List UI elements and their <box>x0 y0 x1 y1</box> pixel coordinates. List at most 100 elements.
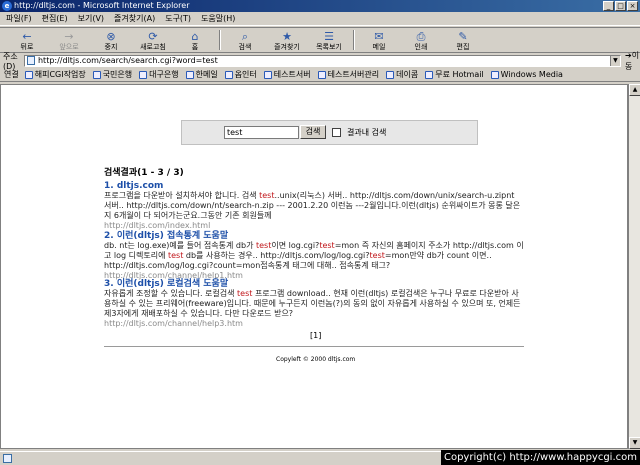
stop-button[interactable]: ⊗ 중지 <box>90 30 132 51</box>
link-page-icon <box>139 70 148 79</box>
link-label: 대구은행 <box>149 70 179 79</box>
home-button[interactable]: ⌂ 홈 <box>174 30 216 51</box>
search-panel: test 검색 결과내 검색 <box>181 120 478 145</box>
link-page-icon <box>317 70 326 79</box>
page-done-icon <box>3 454 12 463</box>
result-heading: 3. 이런(dltjs) 로컬검색 도움말 <box>104 279 524 289</box>
link-item[interactable]: 대구은행 <box>139 69 179 80</box>
minimize-button[interactable]: _ <box>603 1 614 11</box>
menu-edit[interactable]: 편집(E) <box>42 13 68 24</box>
link-page-icon <box>24 70 33 79</box>
result-title-link[interactable]: dltjs.com <box>117 181 164 191</box>
result-title-link[interactable]: 이런(dltjs) 접속통계 도움말 <box>117 231 228 241</box>
link-item[interactable]: Windows Media <box>490 70 563 79</box>
scroll-up-icon[interactable]: ▲ <box>629 84 640 96</box>
copyright-text: Copyleft © 2000 dltjs.com <box>276 356 356 363</box>
link-item[interactable]: 국민은행 <box>92 69 133 80</box>
desc-text: 이면 log.cgi? <box>271 241 320 250</box>
highlight-term: test <box>319 241 335 250</box>
result-description: 자유롭게 조정할 수 있습니다. 로컬검색 test 프로그램 download… <box>104 289 524 319</box>
result-description: 프로그램을 다운받아 설치하셔야 합니다. 검색 test..unix(리눅스)… <box>104 191 524 221</box>
star-icon: ★ <box>282 29 292 43</box>
link-page-icon <box>425 70 434 79</box>
menu-favorites[interactable]: 즐겨찾기(A) <box>114 13 155 24</box>
link-label: Windows Media <box>500 70 563 79</box>
pager-link[interactable]: [1] <box>310 331 321 340</box>
scroll-down-icon[interactable]: ▼ <box>629 437 640 449</box>
back-button[interactable]: ← 뒤로 <box>6 30 48 51</box>
search-input[interactable]: test <box>224 126 299 139</box>
links-label: 연결 <box>4 70 19 79</box>
search-within-label: 결과내 검색 <box>347 128 387 137</box>
edit-label: 편집 <box>456 42 470 51</box>
history-button[interactable]: ☰ 목록보기 <box>308 30 350 51</box>
mail-button[interactable]: ✉ 메일 <box>358 30 400 51</box>
chevron-down-icon[interactable]: ▼ <box>609 55 620 66</box>
link-page-icon <box>263 70 272 79</box>
result-url[interactable]: http://dltjs.com/channel/help3.htm <box>104 319 524 329</box>
link-item[interactable]: 한메일 <box>185 69 218 80</box>
refresh-button[interactable]: ⟳ 새로고침 <box>132 30 174 51</box>
link-label: 한메일 <box>195 70 218 79</box>
back-arrow-icon: ← <box>22 29 32 43</box>
search-submit-button[interactable]: 검색 <box>300 125 326 139</box>
address-url: http://dltjs.com/search/search.cgi?word=… <box>37 56 218 65</box>
home-icon: ⌂ <box>191 29 199 43</box>
link-item[interactable]: 해피CGI작업장 <box>24 69 86 80</box>
print-label: 인쇄 <box>414 42 428 51</box>
edit-button[interactable]: ✎ 편집 <box>442 30 484 51</box>
mail-icon: ✉ <box>374 29 384 43</box>
link-label: 테스트서버관리 <box>327 70 380 79</box>
result-item: 2. 이런(dltjs) 접속통계 도움말 db. nt는 log.exe)예를… <box>104 231 524 281</box>
address-input[interactable]: http://dltjs.com/search/search.cgi?word=… <box>23 54 621 67</box>
highlight-term: test <box>259 191 275 200</box>
search-within-checkbox[interactable] <box>332 128 341 137</box>
menu-file[interactable]: 파일(F) <box>6 13 32 24</box>
menu-help[interactable]: 도움말(H) <box>201 13 235 24</box>
back-label: 뒤로 <box>20 42 34 51</box>
link-item[interactable]: 무료 Hotmail <box>425 69 484 80</box>
forward-button[interactable]: → 앞으로 <box>48 30 90 51</box>
mail-label: 메일 <box>372 42 386 51</box>
menu-view[interactable]: 보기(V) <box>78 13 104 24</box>
result-number: 1. <box>104 181 114 191</box>
menu-tools[interactable]: 도구(T) <box>165 13 191 24</box>
search-button[interactable]: ⌕ 검색 <box>224 30 266 51</box>
link-page-icon <box>386 70 395 79</box>
toolbar-separator <box>219 30 221 50</box>
print-button[interactable]: ⎙ 인쇄 <box>400 30 442 51</box>
forward-arrow-icon: → <box>64 29 74 43</box>
link-label: 데이콤 <box>396 70 419 79</box>
link-item[interactable]: 테스트서버 <box>263 69 311 80</box>
link-item[interactable]: 테스트서버관리 <box>317 69 380 80</box>
window-buttons: _ □ × <box>603 1 638 11</box>
refresh-label: 새로고침 <box>140 42 166 51</box>
result-title-link[interactable]: 이런(dltjs) 로컬검색 도움말 <box>117 279 228 289</box>
result-number: 3. <box>104 279 114 289</box>
highlight-term: test <box>255 241 272 250</box>
link-label: 국민은행 <box>102 70 133 79</box>
favorites-label: 즐겨찾기 <box>274 42 300 51</box>
watermark: Copyright(c) http://www.happycgi.com <box>440 450 640 465</box>
history-label: 목록보기 <box>316 42 342 51</box>
search-label: 검색 <box>238 42 252 51</box>
desc-text: db. nt는 log.exe)예를 들어 접속통계 db가 <box>104 241 256 250</box>
maximize-button[interactable]: □ <box>615 1 626 11</box>
result-url[interactable]: http://dltjs.com/index.html <box>104 221 524 231</box>
links-bar: 연결 해피CGI작업장 국민은행 대구은행 한메일 옵인터 테스트서버 테스트서… <box>0 68 640 82</box>
link-item[interactable]: 데이콤 <box>386 69 418 80</box>
home-label: 홈 <box>191 42 199 51</box>
close-button[interactable]: × <box>627 1 638 11</box>
vertical-scrollbar[interactable]: ▲ ▼ <box>628 84 640 449</box>
desc-text: db를 사용하는 경우.. http://dltjs.com/log/log.c… <box>183 251 370 260</box>
menu-bar: 파일(F) 편집(E) 보기(V) 즐겨찾기(A) 도구(T) 도움말(H) <box>0 12 640 26</box>
favorites-button[interactable]: ★ 즐겨찾기 <box>266 30 308 51</box>
toolbar-separator <box>353 30 355 50</box>
link-item[interactable]: 옵인터 <box>224 69 257 80</box>
list-icon: ☰ <box>324 29 334 43</box>
edit-icon: ✎ <box>458 29 468 43</box>
result-description: db. nt는 log.exe)예를 들어 접속통계 db가 test이면 lo… <box>104 241 524 271</box>
go-arrow-icon: ➔ <box>624 50 632 60</box>
result-heading: 2. 이런(dltjs) 접속통계 도움말 <box>104 231 524 241</box>
address-bar: 주소(D) http://dltjs.com/search/search.cgi… <box>0 50 640 71</box>
